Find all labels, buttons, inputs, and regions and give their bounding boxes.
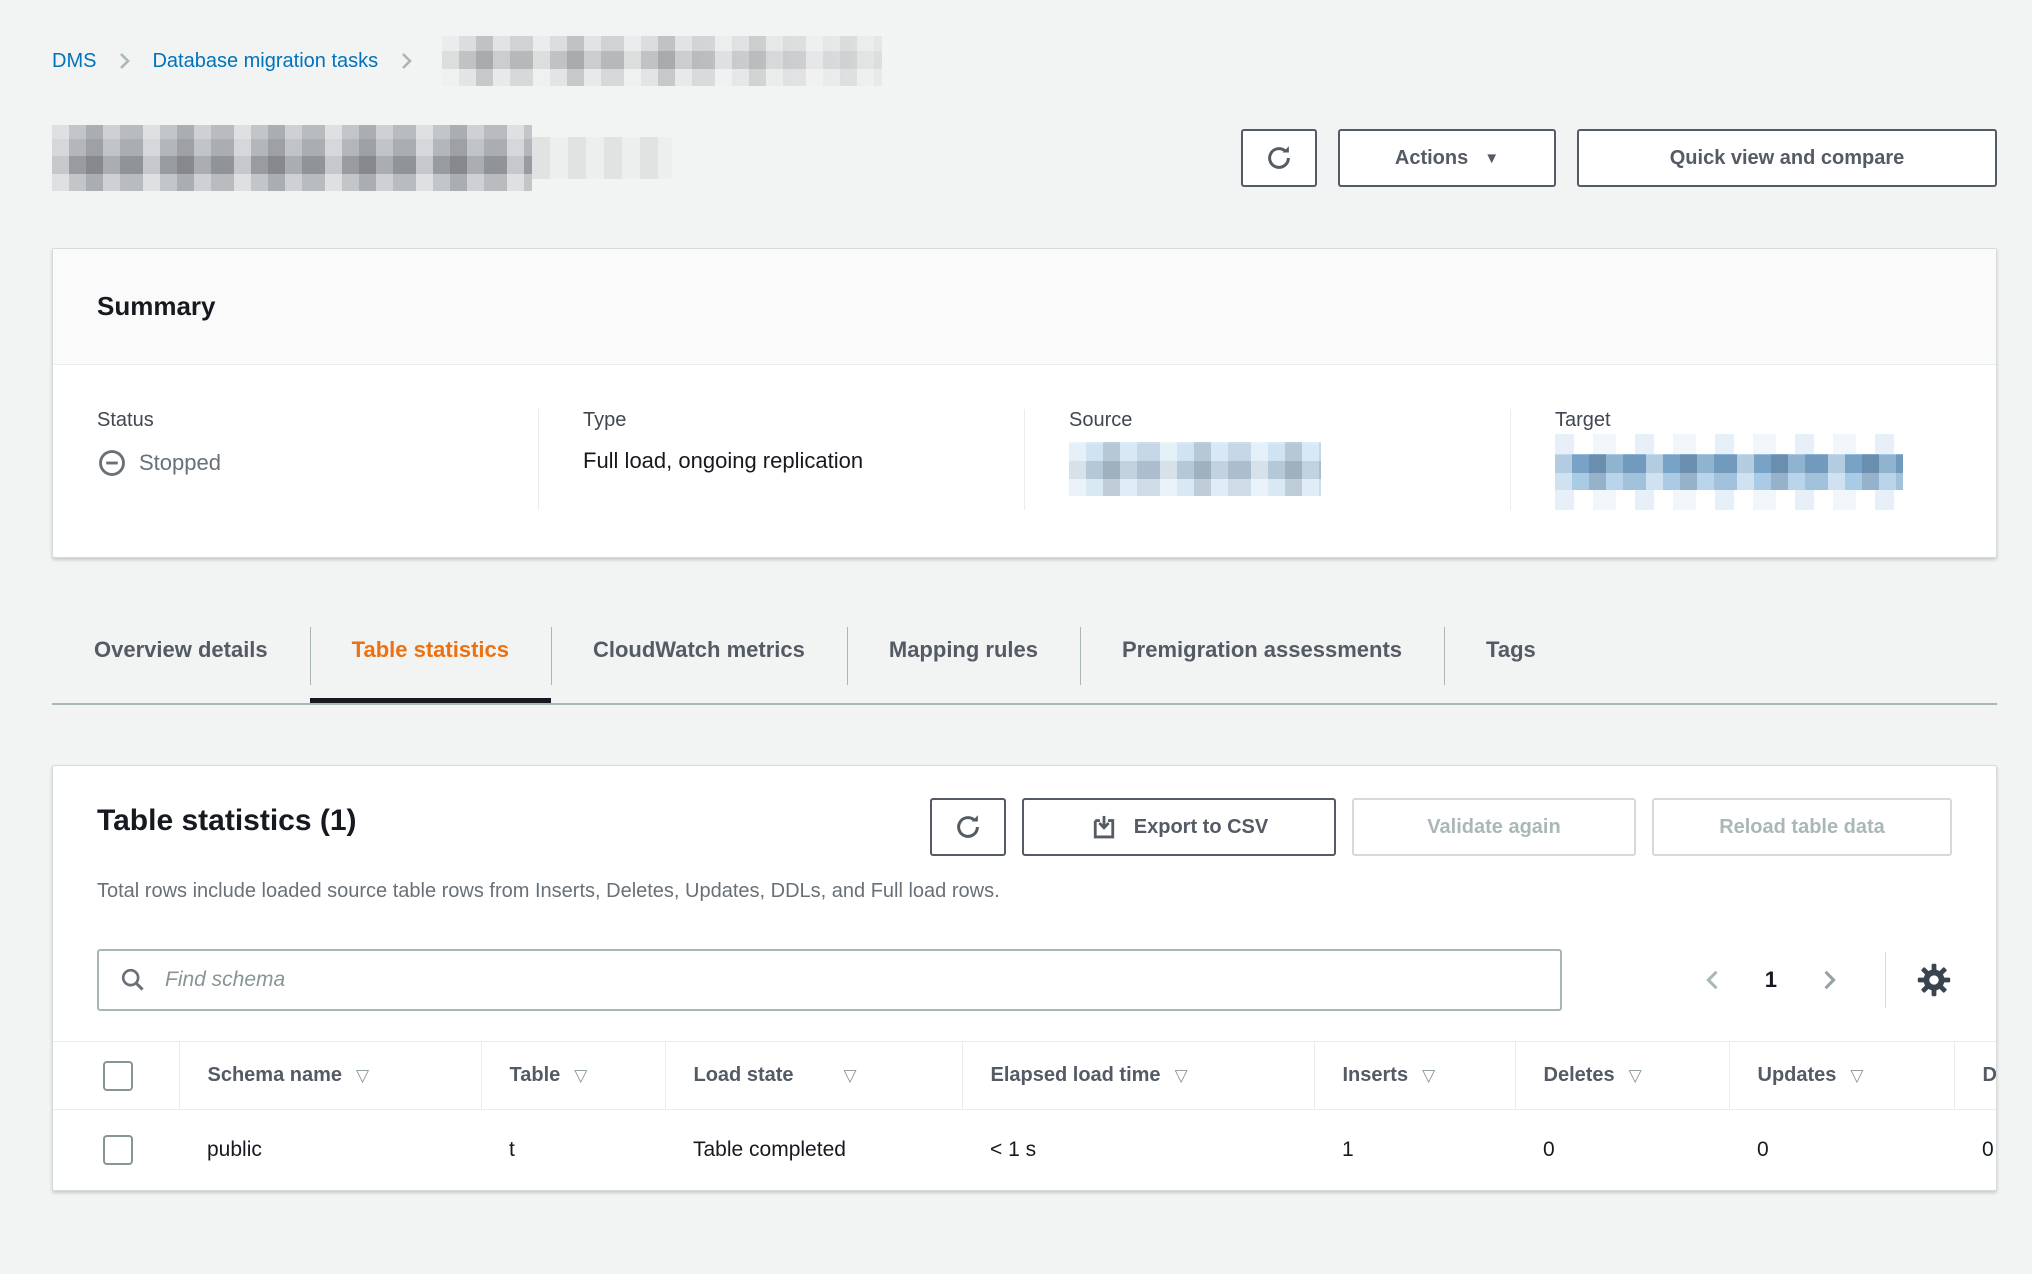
refresh-button[interactable] (1241, 129, 1317, 187)
current-page-number: 1 (1765, 967, 1777, 993)
page-title-redacted (52, 125, 532, 191)
status-value: Stopped (139, 450, 221, 476)
table-statistics-panel: Table statistics (1) (52, 765, 1997, 1191)
export-to-csv-label: Export to CSV (1134, 816, 1268, 839)
source-value-redacted (1069, 442, 1321, 496)
sort-icon[interactable]: ▽ (1629, 1066, 1642, 1086)
dms-task-page: DMS Database migration tasks Actions (0, 0, 2032, 1274)
select-all-checkbox[interactable] (103, 1061, 133, 1091)
column-label: DDLs (1983, 1064, 1997, 1086)
divider (1885, 952, 1886, 1008)
actions-button-label: Actions (1395, 147, 1468, 170)
cell-table: t (481, 1110, 665, 1190)
refresh-icon (1264, 143, 1294, 173)
tab-table-statistics[interactable]: Table statistics (310, 621, 551, 703)
validate-again-button[interactable]: Validate again (1352, 798, 1636, 856)
pagination: 1 (1693, 952, 1952, 1008)
sort-icon[interactable]: ▽ (574, 1066, 587, 1086)
find-schema-input[interactable] (97, 949, 1562, 1011)
table-statistics-actions: Export to CSV Validate again Reload tabl… (930, 798, 1952, 856)
summary-body: Status Stopped Type Full load, ongoing r… (53, 365, 1996, 557)
table-row: public t Table completed < 1 s 1 0 0 0 (53, 1110, 1996, 1190)
previous-page-button[interactable] (1693, 960, 1733, 1000)
field-label: Source (1069, 409, 1466, 432)
chevron-right-icon (394, 49, 418, 73)
table-header-row: Schema name ▽ Table ▽ Load state ▽ Elapsed … (53, 1042, 1996, 1110)
field-label: Target (1555, 409, 1952, 432)
tab-tags[interactable]: Tags (1444, 621, 1578, 703)
cell-inserts: 1 (1314, 1110, 1515, 1190)
breadcrumb-link-tasks[interactable]: Database migration tasks (152, 50, 378, 73)
minus-circle-icon (97, 448, 127, 478)
column-label: Elapsed load time (991, 1064, 1161, 1086)
breadcrumb: DMS Database migration tasks (52, 0, 1997, 88)
cell-schema-name: public (179, 1110, 481, 1190)
summary-title: Summary (97, 291, 216, 322)
chevron-right-icon (112, 49, 136, 73)
tab-cloudwatch-metrics[interactable]: CloudWatch metrics (551, 621, 847, 703)
target-value-redacted (1555, 434, 1903, 510)
column-header-elapsed-load-time[interactable]: Elapsed load time ▽ (962, 1042, 1314, 1110)
breadcrumb-link-dms[interactable]: DMS (52, 50, 96, 73)
column-label: Inserts (1343, 1064, 1409, 1086)
column-label: Deletes (1544, 1064, 1615, 1086)
tab-premigration-assessments[interactable]: Premigration assessments (1080, 621, 1444, 703)
cell-updates: 0 (1729, 1110, 1954, 1190)
next-page-button[interactable] (1809, 960, 1849, 1000)
column-header-schema-name[interactable]: Schema name ▽ (179, 1042, 481, 1110)
column-header-table[interactable]: Table ▽ (481, 1042, 665, 1110)
breadcrumb-task-name-redacted (442, 36, 882, 86)
search-icon (119, 966, 147, 994)
column-header-load-state[interactable]: Load state ▽ (665, 1042, 962, 1110)
quick-view-and-compare-button[interactable]: Quick view and compare (1577, 129, 1997, 187)
download-icon (1090, 813, 1118, 841)
caret-down-icon: ▼ (1484, 151, 1499, 166)
sort-icon[interactable]: ▽ (1175, 1066, 1188, 1086)
sort-icon[interactable]: ▽ (356, 1066, 369, 1086)
row-checkbox[interactable] (103, 1135, 133, 1165)
page-header: Actions ▼ Quick view and compare (52, 125, 1997, 191)
column-header-ddls[interactable]: DDLs▽ (1954, 1042, 1996, 1110)
tab-mapping-rules[interactable]: Mapping rules (847, 621, 1080, 703)
cell-ddls: 0 (1954, 1110, 1996, 1190)
column-header-updates[interactable]: Updates ▽ (1729, 1042, 1954, 1110)
statistics-table: Schema name ▽ Table ▽ Load state ▽ Elapsed … (53, 1041, 1996, 1190)
summary-panel: Summary Status Stopped Type Full load, (52, 248, 1997, 558)
table-statistics-description: Total rows include loaded source table r… (97, 880, 1952, 903)
column-label: Table (510, 1064, 561, 1086)
preferences-gear-button[interactable] (1916, 962, 1952, 998)
cell-load-state: Table completed (665, 1110, 962, 1190)
column-label: Updates (1758, 1064, 1837, 1086)
table-refresh-button[interactable] (930, 798, 1006, 856)
column-label: Schema name (208, 1064, 343, 1086)
cell-elapsed-load-time: < 1 s (962, 1110, 1314, 1190)
tab-overview-details[interactable]: Overview details (52, 621, 310, 703)
sort-icon[interactable]: ▽ (1422, 1066, 1435, 1086)
summary-field-status: Status Stopped (53, 409, 538, 510)
header-actions: Actions ▼ Quick view and compare (1241, 129, 1997, 187)
column-label: Load state (694, 1064, 794, 1086)
summary-field-source: Source (1024, 409, 1510, 510)
field-label: Type (583, 409, 980, 432)
sort-icon[interactable]: ▽ (844, 1066, 857, 1086)
refresh-icon (953, 812, 983, 842)
table-statistics-title: Table statistics (1) (97, 798, 357, 838)
field-label: Status (97, 409, 494, 432)
reload-table-data-button[interactable]: Reload table data (1652, 798, 1952, 856)
summary-field-type: Type Full load, ongoing replication (538, 409, 1024, 510)
statistics-table-wrapper: Schema name ▽ Table ▽ Load state ▽ Elapsed … (53, 1041, 1996, 1190)
export-to-csv-button[interactable]: Export to CSV (1022, 798, 1336, 856)
target-value-redacted-core (1555, 454, 1903, 490)
table-toolbar: 1 (53, 949, 1996, 1011)
column-header-inserts[interactable]: Inserts ▽ (1314, 1042, 1515, 1110)
summary-header: Summary (53, 249, 1996, 365)
summary-field-target: Target (1510, 409, 1996, 510)
cell-deletes: 0 (1515, 1110, 1729, 1190)
task-detail-tabs: Overview details Table statistics CloudW… (52, 621, 1997, 705)
type-value: Full load, ongoing replication (583, 448, 980, 474)
sort-icon[interactable]: ▽ (1850, 1066, 1863, 1086)
actions-button[interactable]: Actions ▼ (1338, 129, 1556, 187)
column-header-deletes[interactable]: Deletes ▽ (1515, 1042, 1729, 1110)
gear-icon (1916, 962, 1952, 998)
